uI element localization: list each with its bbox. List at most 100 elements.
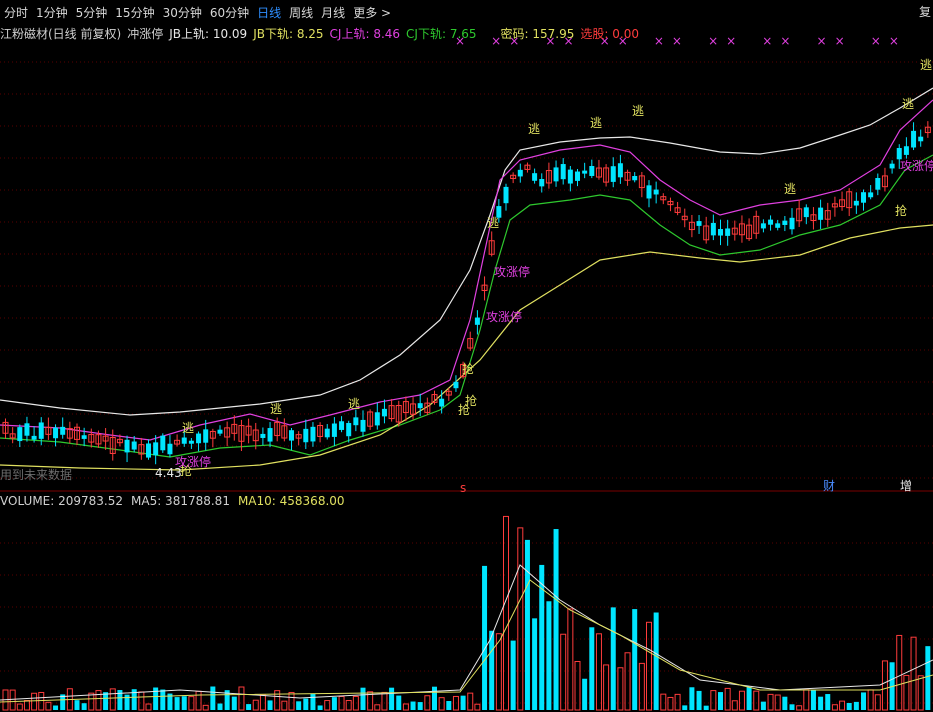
candle-down bbox=[903, 146, 909, 155]
volume-bar-up bbox=[903, 674, 910, 711]
volume-bar-down bbox=[296, 701, 302, 710]
volume-bar-down bbox=[124, 694, 130, 710]
candle-down bbox=[775, 223, 781, 228]
volume-bar-down bbox=[181, 696, 187, 710]
candle-down bbox=[260, 433, 266, 438]
volume-bar-down bbox=[389, 687, 395, 710]
volume-bar-up bbox=[202, 704, 209, 711]
volume-bar-up bbox=[517, 527, 524, 711]
code-value: 密码: 157.95 bbox=[500, 27, 575, 41]
volume-bars bbox=[0, 515, 933, 711]
candle-down bbox=[517, 169, 523, 177]
jb-lower-value: JB下轨: 8.25 bbox=[253, 27, 324, 41]
tab-2[interactable]: 5分钟 bbox=[72, 4, 112, 21]
volume-bar-up bbox=[345, 700, 352, 711]
volume-value: VOLUME: 209783.52 bbox=[0, 494, 123, 508]
volume-bar-down bbox=[825, 694, 831, 710]
grab-marker: 抢 bbox=[465, 393, 477, 408]
volume-bar-down bbox=[210, 686, 216, 710]
volume-bar-up bbox=[910, 636, 917, 711]
escape-marker: 逃 bbox=[487, 216, 499, 230]
candle-down bbox=[31, 435, 37, 440]
volume-bar-up bbox=[31, 692, 38, 711]
future-data-note: 用到未来数据 bbox=[0, 468, 73, 482]
volume-bar-up bbox=[23, 699, 30, 711]
tab-4[interactable]: 30分钟 bbox=[159, 4, 206, 21]
volume-bar-up bbox=[867, 689, 874, 711]
volume-legend: VOLUME: 209783.52 MA5: 381788.81 MA10: 4… bbox=[0, 494, 345, 508]
tab-9[interactable]: 更多 > bbox=[349, 4, 395, 21]
candle-down bbox=[267, 428, 273, 442]
tab-7[interactable]: 周线 bbox=[285, 4, 317, 21]
candle-down bbox=[360, 419, 366, 432]
tab-1[interactable]: 1分钟 bbox=[32, 4, 72, 21]
candle-down bbox=[160, 435, 166, 451]
escape-marker: 逃 bbox=[590, 116, 602, 130]
limit-up-marker: 攻涨停 bbox=[900, 158, 933, 173]
candle-down bbox=[196, 433, 202, 444]
candle-down bbox=[589, 166, 595, 176]
tab-5[interactable]: 60分钟 bbox=[206, 4, 253, 21]
volume-bar-down bbox=[489, 630, 495, 710]
candle-down bbox=[303, 428, 309, 443]
limit-up-marker: 攻涨停 bbox=[486, 309, 522, 324]
candle-down bbox=[131, 441, 137, 450]
tab-0[interactable]: 分时 bbox=[0, 4, 32, 21]
volume-bar-down bbox=[696, 690, 702, 710]
volume-bar-up bbox=[274, 690, 281, 711]
volume-bar-down bbox=[718, 692, 723, 710]
s-marker: s bbox=[460, 481, 466, 495]
volume-bar-up bbox=[667, 696, 674, 711]
candle-down bbox=[696, 221, 702, 226]
restore-right-button[interactable]: 复 bbox=[919, 3, 931, 20]
volume-bar-down bbox=[925, 646, 931, 710]
candle-down bbox=[310, 426, 316, 442]
tab-8[interactable]: 月线 bbox=[317, 4, 349, 21]
candle-down bbox=[710, 222, 716, 236]
volume-bar-down bbox=[103, 692, 109, 710]
volume-bar-up bbox=[803, 689, 810, 711]
volume-bar-down bbox=[539, 564, 545, 710]
candle-down bbox=[653, 189, 659, 195]
volume-bar-down bbox=[410, 701, 416, 710]
x-marker: × bbox=[817, 34, 827, 48]
volume-bar-down bbox=[432, 686, 437, 710]
volume-bar-down bbox=[317, 705, 323, 710]
volume-bar-up bbox=[896, 634, 903, 711]
candle-down bbox=[503, 186, 509, 204]
tab-6[interactable]: 日线 bbox=[253, 4, 285, 21]
candle-down bbox=[38, 422, 44, 439]
volume-bar-down bbox=[174, 697, 180, 710]
volume-bar-up bbox=[495, 633, 502, 711]
volume-bar-up bbox=[195, 690, 202, 711]
x-marker: × bbox=[871, 34, 881, 48]
volume-bar-up bbox=[288, 691, 295, 711]
candle-down bbox=[539, 178, 545, 187]
volume-bar-up bbox=[16, 703, 23, 711]
jb-upper-value: JB上轨: 10.09 bbox=[169, 27, 248, 41]
kline-chart[interactable]: 逃逃 逃逃逃 逃逃逃逃逃抢抢抢抢抢攻涨停攻涨停攻涨停攻涨停4.43财 增s× × × × × ×… bbox=[0, 0, 933, 712]
candle-down bbox=[782, 220, 788, 225]
grab-marker: 抢 bbox=[462, 361, 474, 376]
volume-bar-down bbox=[653, 612, 659, 710]
volume-bar-down bbox=[546, 601, 552, 710]
volume-bar-up bbox=[731, 700, 738, 711]
candle-down bbox=[789, 217, 795, 230]
volume-bar-down bbox=[853, 701, 859, 710]
candle-down bbox=[575, 171, 580, 181]
price-legend: 江粉磁材(日线 前复权) 冲涨停 JB上轨: 10.09 JB下轨: 8.25 … bbox=[0, 25, 639, 42]
candle-down bbox=[346, 423, 352, 437]
candle-down bbox=[560, 164, 566, 180]
volume-bar-down bbox=[789, 704, 795, 710]
candle-down bbox=[617, 163, 623, 178]
candle-down bbox=[81, 435, 87, 439]
volume-bar-up bbox=[402, 703, 409, 711]
candle-down bbox=[567, 169, 573, 184]
tab-3[interactable]: 15分钟 bbox=[111, 4, 158, 21]
volume-bar-down bbox=[303, 698, 309, 710]
volume-bar-down bbox=[310, 693, 316, 710]
volume-bar-up bbox=[874, 694, 881, 711]
candle-down bbox=[760, 223, 766, 229]
candle-down bbox=[217, 429, 223, 434]
volume-bar-down bbox=[460, 695, 466, 710]
